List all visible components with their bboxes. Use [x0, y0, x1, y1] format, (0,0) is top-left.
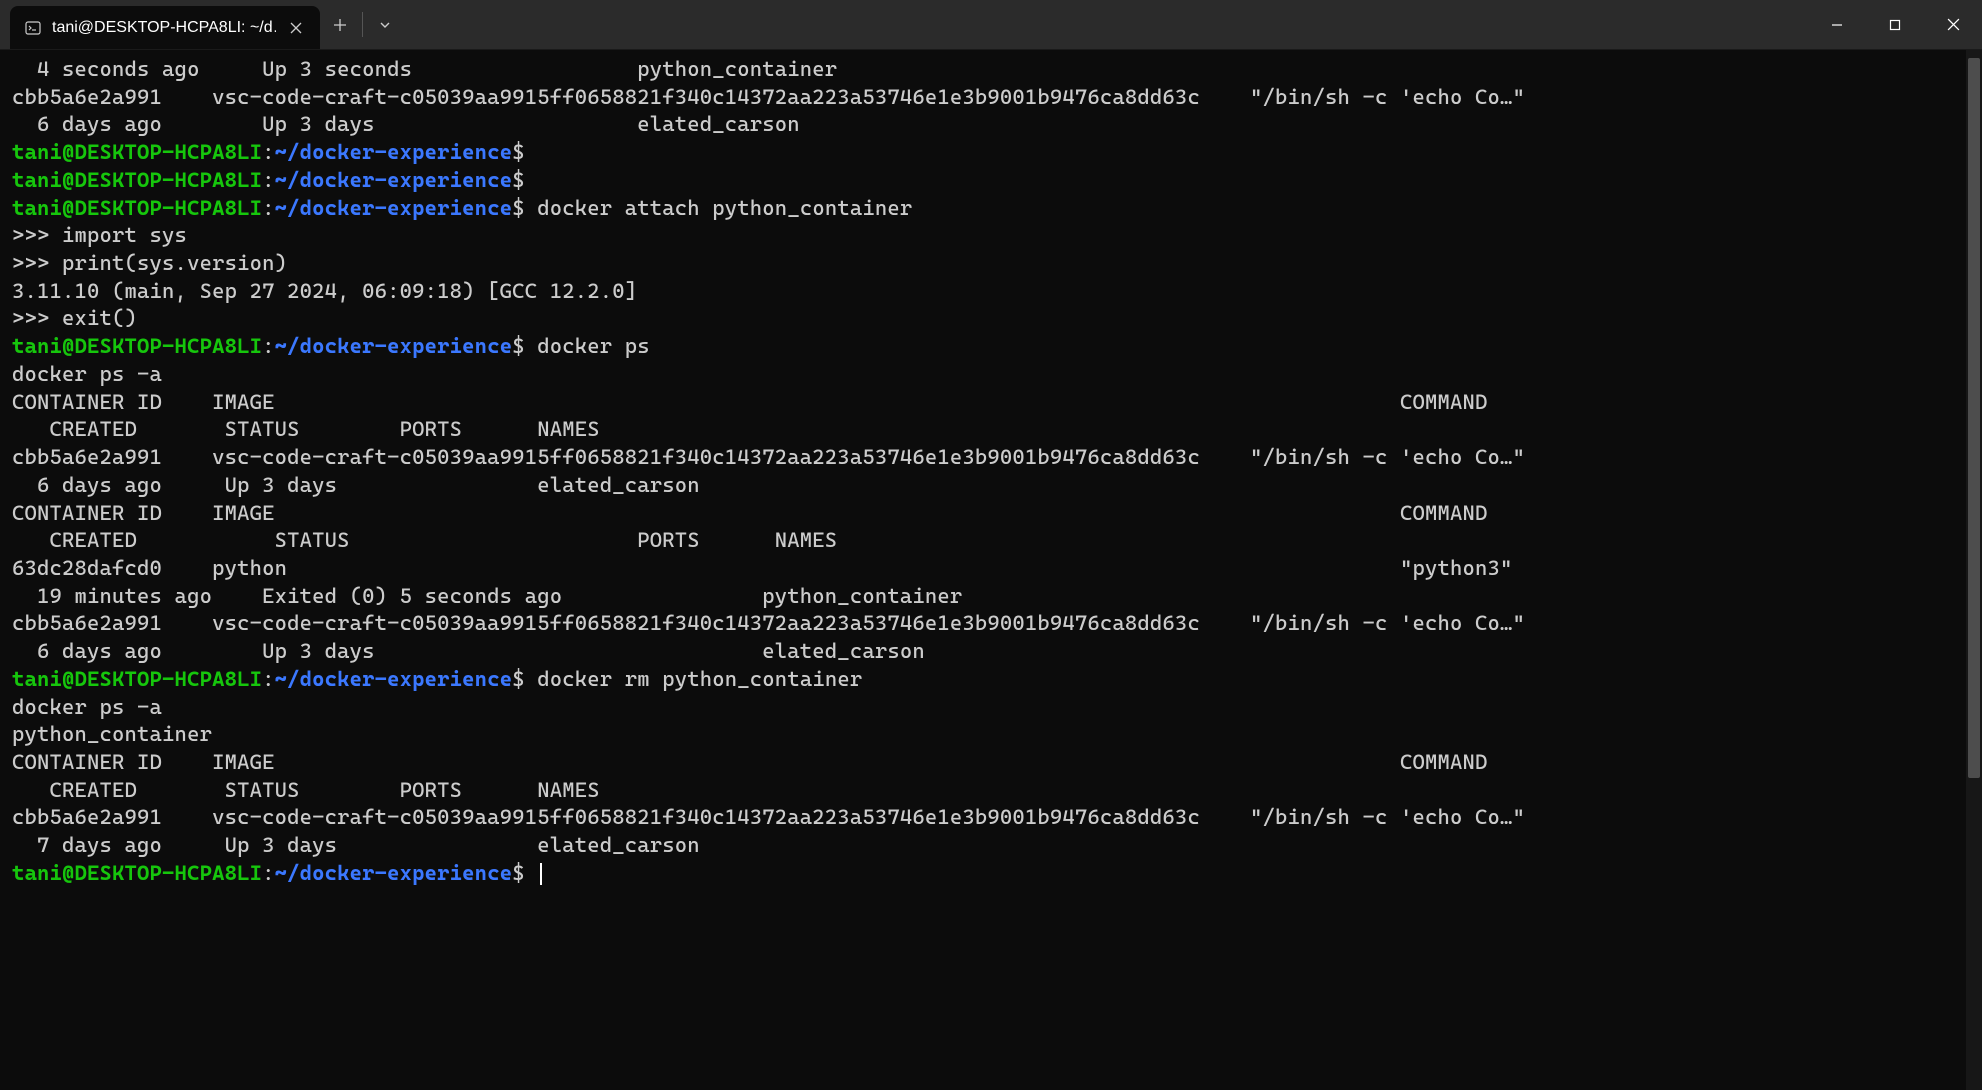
terminal-line: 4 seconds ago Up 3 seconds python_contai…	[12, 56, 1970, 84]
terminal-output[interactable]: 4 seconds ago Up 3 seconds python_contai…	[0, 50, 1982, 894]
terminal-line: tani@DESKTOP-HCPA8LI:~/docker-experience…	[12, 139, 1970, 167]
terminal-line: tani@DESKTOP-HCPA8LI:~/docker-experience…	[12, 195, 1970, 223]
terminal-line: 6 days ago Up 3 days elated_carson	[12, 111, 1970, 139]
terminal-line: >>> import sys	[12, 222, 1970, 250]
terminal-line: 19 minutes ago Exited (0) 5 seconds ago …	[12, 583, 1970, 611]
scrollbar-thumb[interactable]	[1968, 58, 1980, 778]
terminal-line: >>> print(sys.version)	[12, 250, 1970, 278]
terminal-line: tani@DESKTOP-HCPA8LI:~/docker-experience…	[12, 167, 1970, 195]
terminal-line: tani@DESKTOP-HCPA8LI:~/docker-experience…	[12, 333, 1970, 361]
terminal-line: 3.11.10 (main, Sep 27 2024, 06:09:18) [G…	[12, 278, 1970, 306]
tab-close-button[interactable]	[286, 18, 306, 38]
terminal-line: CONTAINER ID IMAGE COMMAND	[12, 749, 1970, 777]
terminal-line: tani@DESKTOP-HCPA8LI:~/docker-experience…	[12, 860, 1970, 888]
terminal-line: CONTAINER ID IMAGE COMMAND	[12, 500, 1970, 528]
cursor	[540, 863, 542, 885]
close-window-button[interactable]	[1924, 0, 1982, 49]
terminal-line: python_container	[12, 721, 1970, 749]
terminal-line: cbb5a6e2a991 vsc-code-craft-c05039aa9915…	[12, 444, 1970, 472]
tab-title: tani@DESKTOP-HCPA8LI: ~/d…	[52, 19, 276, 37]
tab-divider	[362, 12, 363, 37]
terminal-line: CREATED STATUS PORTS NAMES	[12, 777, 1970, 805]
terminal-line: docker ps -a	[12, 361, 1970, 389]
terminal-line: >>> exit()	[12, 305, 1970, 333]
terminal-line: cbb5a6e2a991 vsc-code-craft-c05039aa9915…	[12, 610, 1970, 638]
terminal-line: tani@DESKTOP-HCPA8LI:~/docker-experience…	[12, 666, 1970, 694]
terminal-line: CREATED STATUS PORTS NAMES	[12, 527, 1970, 555]
terminal-line: 63dc28dafcd0 python "python3"	[12, 555, 1970, 583]
terminal-line: 7 days ago Up 3 days elated_carson	[12, 832, 1970, 860]
terminal-line: cbb5a6e2a991 vsc-code-craft-c05039aa9915…	[12, 804, 1970, 832]
titlebar: tani@DESKTOP-HCPA8LI: ~/d…	[0, 0, 1982, 50]
maximize-button[interactable]	[1866, 0, 1924, 49]
terminal-line: 6 days ago Up 3 days elated_carson	[12, 472, 1970, 500]
terminal-line: CONTAINER ID IMAGE COMMAND	[12, 389, 1970, 417]
tab-dropdown-button[interactable]	[365, 0, 405, 49]
minimize-button[interactable]	[1808, 0, 1866, 49]
terminal-line: docker ps -a	[12, 694, 1970, 722]
scrollbar-track[interactable]	[1966, 50, 1982, 1090]
terminal-line: CREATED STATUS PORTS NAMES	[12, 416, 1970, 444]
new-tab-button[interactable]	[320, 0, 360, 49]
terminal-line: cbb5a6e2a991 vsc-code-craft-c05039aa9915…	[12, 84, 1970, 112]
terminal-tab[interactable]: tani@DESKTOP-HCPA8LI: ~/d…	[10, 6, 320, 49]
terminal-icon	[24, 19, 42, 37]
window-controls	[1808, 0, 1982, 49]
terminal-line: 6 days ago Up 3 days elated_carson	[12, 638, 1970, 666]
